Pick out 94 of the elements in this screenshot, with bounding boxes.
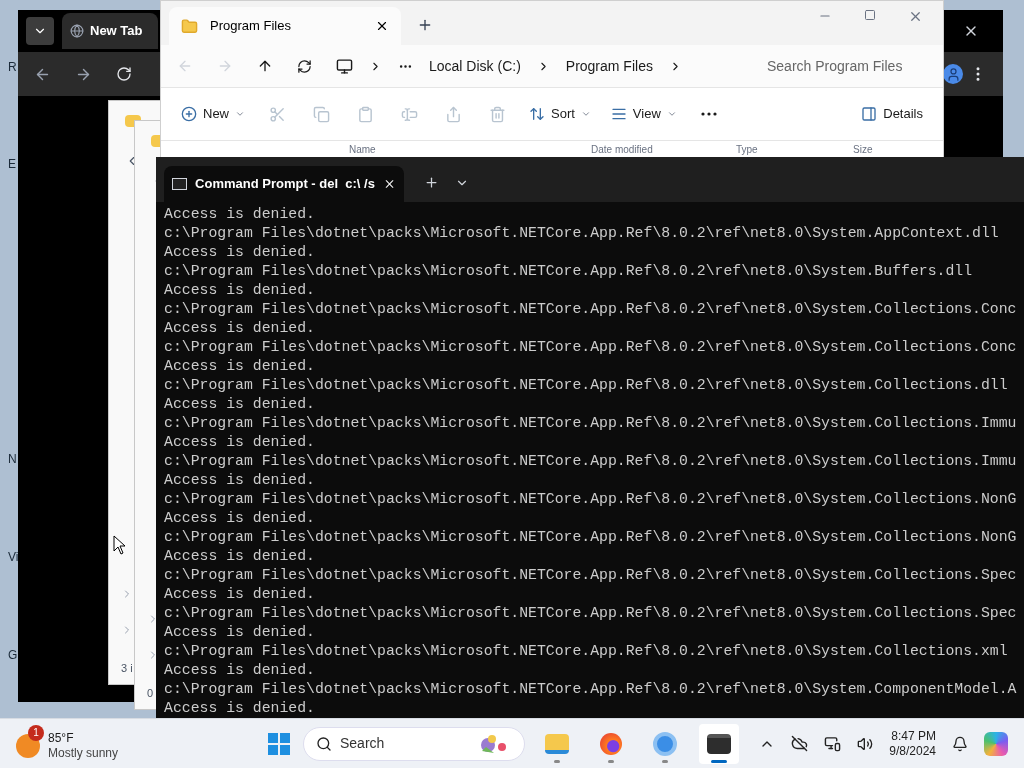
cloud-off-icon[interactable] (791, 735, 809, 752)
breadcrumb-item[interactable]: Program Files (565, 55, 653, 77)
terminal-line: Access is denied. (164, 623, 316, 642)
copilot-icon[interactable] (984, 731, 1008, 756)
folder-icon (181, 17, 198, 35)
column-header[interactable]: Type (736, 145, 853, 155)
more-icon (700, 112, 717, 116)
terminal-line: c:\Program Files\dotnet\packs\Microsoft.NETCore.App.Ref\8.0.2\ref\net8.0\System.ComponentModel.A (164, 680, 1018, 699)
terminal-line: c:\Program Files\dotnet\packs\Microsoft.NETCore.App.Ref\8.0.2\ref\net8.0\System.Collections.Spec (164, 604, 1018, 623)
monitor-icon (336, 57, 353, 75)
trash-icon (488, 105, 506, 123)
terminal-line: Access is denied. (164, 395, 316, 414)
browser-tab[interactable]: New Tab (62, 13, 158, 49)
search-field[interactable]: Search (340, 733, 450, 754)
explorer-tab[interactable]: Program Files (169, 7, 401, 45)
clipboard-icon (356, 105, 374, 123)
plus-circle-icon (181, 106, 197, 122)
terminal-line: Access is denied. (164, 357, 316, 376)
up-icon[interactable] (257, 58, 273, 74)
toolbar-button[interactable]: Sort (521, 98, 599, 130)
terminal-line: c:\Program Files\dotnet\packs\Microsoft.NETCore.App.Ref\8.0.2\ref\net8.0\System.Collections.NonG (164, 490, 1018, 509)
folder-icon (545, 733, 569, 754)
terminal-line: Access is denied. (164, 661, 316, 680)
desktop-icon-label[interactable]: G (8, 646, 18, 664)
column-header[interactable]: Size (853, 145, 933, 155)
globe-icon (70, 24, 84, 38)
caret-icon (235, 109, 245, 119)
search-field[interactable]: Search Program Files (767, 55, 927, 77)
clock[interactable]: 8:47 PM 9/8/2024 (889, 728, 936, 759)
terminal-line: c:\Program Files\dotnet\packs\Microsoft.NETCore.App.Ref\8.0.2\ref\net8.0\System.Collections.NonG (164, 528, 1018, 547)
search-field[interactable]: Search (303, 726, 525, 761)
profile-icon[interactable] (943, 64, 963, 84)
breadcrumb-item[interactable]: Local Disk (C:) (429, 55, 521, 77)
reload-icon[interactable] (116, 66, 132, 82)
status-text: 3 i (121, 660, 133, 676)
terminal-tab[interactable]: Command Prompt - del c:\ /s (164, 166, 404, 202)
rename-icon (400, 105, 418, 123)
copy-icon (312, 105, 330, 123)
terminal-icon (707, 733, 731, 754)
terminal-line: c:\Program Files\dotnet\packs\Microsoft.NETCore.App.Ref\8.0.2\ref\net8.0\System.Buffers.dll (164, 262, 974, 281)
terminal-line: Access is denied. (164, 319, 316, 338)
temperature-text: 85°F (48, 730, 75, 746)
terminal-line: c:\Program Files\dotnet\packs\Microsoft.NETCore.App.Ref\8.0.2\ref\net8.0\System.Collections.Immu (164, 414, 1018, 433)
terminal-line: c:\Program Files\dotnet\packs\Microsoft.NETCore.App.Ref\8.0.2\ref\net8.0\System.Collections.dll (164, 376, 1009, 395)
maximize-icon[interactable] (864, 9, 876, 21)
terminal-line: Access is denied. (164, 585, 316, 604)
share-icon (444, 105, 462, 123)
status-text: 0 (147, 685, 154, 701)
terminal-line: Access is denied. (164, 433, 316, 452)
terminal-line: Access is denied. (164, 471, 316, 490)
terminal-line: c:\Program Files\dotnet\packs\Microsoft.NETCore.App.Ref\8.0.2\ref\net8.0\System.AppContext.dll (164, 224, 1000, 243)
taskbar-app[interactable] (699, 723, 739, 764)
tab-title: Program Files (210, 17, 292, 36)
refresh-icon[interactable] (297, 58, 312, 74)
terminal-line: Access is denied. (164, 205, 316, 224)
desktop-icon-label[interactable]: N (8, 450, 17, 468)
terminal-line: Access is denied. (164, 243, 316, 262)
caret-icon (666, 109, 677, 119)
terminal-line: c:\Program Files\dotnet\packs\Microsoft.NETCore.App.Ref\8.0.2\ref\net8.0\System.Collections.Immu (164, 452, 1018, 471)
tab-list-button[interactable] (26, 17, 54, 45)
column-header[interactable]: Date modified (591, 145, 736, 155)
terminal-line: Access is denied. (164, 509, 316, 528)
tab-title: Command Prompt - del c:\ /s (195, 175, 375, 194)
toolbar-button[interactable]: New (173, 98, 253, 130)
desktop-icon-label[interactable]: R (8, 58, 17, 76)
terminal-line: c:\Program Files\dotnet\packs\Microsoft.NETCore.App.Ref\8.0.2\ref\net8.0\System.Collections.Conc (164, 300, 1018, 319)
close-icon[interactable] (375, 19, 389, 33)
lines-icon (610, 106, 627, 122)
cursor-icon (113, 535, 126, 555)
sort-arrows-icon (529, 106, 545, 122)
terminal-line: Access is denied. (164, 547, 316, 566)
details-button[interactable]: Details (853, 98, 931, 130)
desktop-icon-label[interactable]: E (8, 155, 16, 173)
terminal-icon (172, 178, 188, 190)
notification-badge: 1 (28, 724, 44, 741)
search-icon (316, 735, 332, 752)
desktop-icon-label[interactable]: Vi (8, 548, 19, 566)
terminal-line: c:\Program Files\dotnet\packs\Microsoft.NETCore.App.Ref\8.0.2\ref\net8.0\System.Collections.Conc (164, 338, 1018, 357)
toolbar-button[interactable]: View (602, 98, 685, 130)
column-header[interactable]: Name (161, 145, 591, 155)
terminal-line: c:\Program Files\dotnet\packs\Microsoft.NETCore.App.Ref\8.0.2\ref\net8.0\System.Collections.xml (164, 642, 1009, 661)
speaker-icon[interactable] (857, 735, 874, 752)
terminal-line: Access is denied. (164, 281, 316, 300)
terminal-line: Access is denied. (164, 699, 316, 718)
start-icon[interactable] (268, 732, 290, 755)
condition-text: Mostly sunny (48, 745, 119, 761)
terminal-line: c:\Program Files\dotnet\packs\Microsoft.NETCore.App.Ref\8.0.2\ref\net8.0\System.Collections.Spec (164, 566, 1018, 585)
panel-icon (861, 106, 878, 122)
caret-icon (580, 109, 591, 119)
new-tab-icon[interactable] (424, 175, 439, 190)
scissors-icon (268, 105, 286, 123)
network-icon[interactable] (824, 735, 842, 752)
bell-icon[interactable] (952, 735, 968, 752)
weather-widget[interactable]: 1 85°F Mostly sunny (16, 722, 266, 765)
